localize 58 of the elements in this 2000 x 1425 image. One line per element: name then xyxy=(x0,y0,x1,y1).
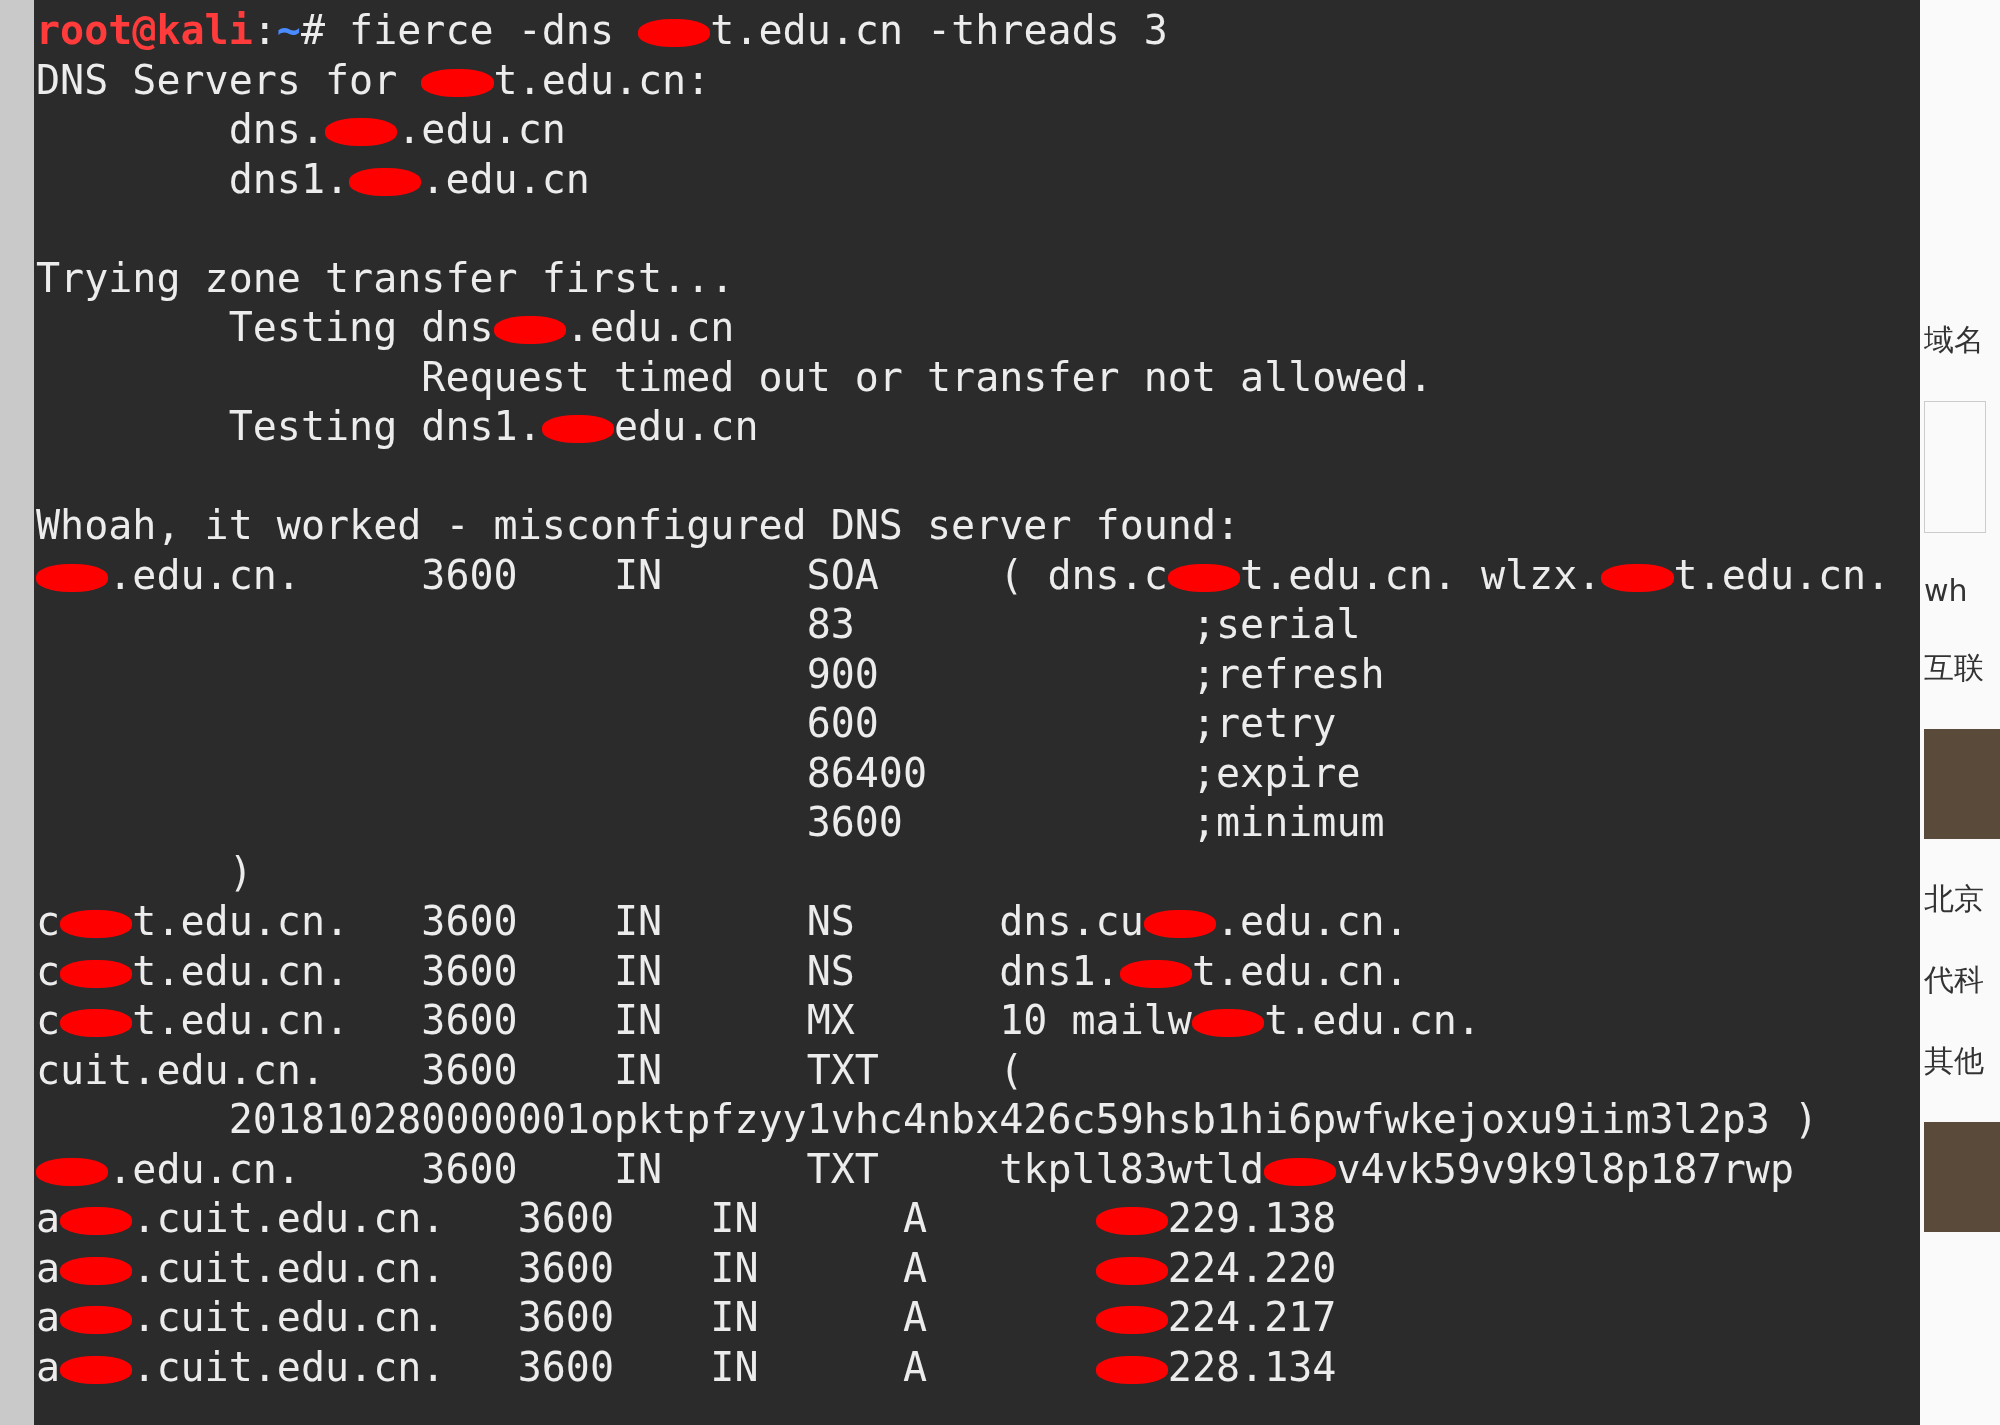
terminal-text: 86400 ;expire xyxy=(805,749,1361,796)
terminal-text: cuit.edu.cn. 3600 IN TXT ( xyxy=(36,1046,1024,1093)
terminal-text: t.edu.cn. 3600 IN MX 10 mailw xyxy=(132,997,1192,1043)
terminal-text: t.edu.cn. xyxy=(1673,551,1891,598)
terminal-text: v4vk59v9k9l8p187rwp xyxy=(1336,1145,1794,1192)
terminal-text: Testing dns xyxy=(227,304,494,350)
terminal-text: ) xyxy=(227,848,253,895)
sidebar-text: 其他 xyxy=(1924,1042,1985,1080)
terminal-text: t.edu.cn -threads 3 xyxy=(710,7,1168,53)
terminal-text: t.edu.cn. xyxy=(1264,997,1481,1043)
terminal-text: 900 ;refresh xyxy=(805,650,1385,697)
terminal-text: c xyxy=(36,997,61,1043)
terminal-text: c xyxy=(36,947,61,994)
sidebar-text: 北京 xyxy=(1924,880,1985,918)
prompt-user: root@kali xyxy=(36,7,253,53)
terminal-text: dns1. xyxy=(227,155,350,202)
terminal-text: Whoah, it worked - misconfigured DNS server found: xyxy=(36,502,1241,548)
terminal-text: Testing dns1. xyxy=(227,403,542,449)
terminal-text: dns. xyxy=(227,106,325,152)
terminal-text: 600 ;retry xyxy=(805,700,1337,746)
sidebar-text: wh xyxy=(1924,573,1969,608)
terminal-text: 224.220 xyxy=(1167,1244,1337,1291)
terminal-text: edu.cn xyxy=(613,403,759,449)
terminal-text: a xyxy=(36,1294,61,1340)
terminal-text: DNS Servers for xyxy=(36,56,399,103)
terminal-text: .cuit.edu.cn. 3600 IN A xyxy=(132,1343,929,1390)
terminal-text: : xyxy=(252,7,277,53)
terminal-text: a xyxy=(36,1343,61,1390)
terminal-text: .edu.cn xyxy=(397,106,566,152)
terminal-text: .edu.cn. 3600 IN TXT tkpll83wtld xyxy=(108,1145,1265,1192)
terminal-text: .edu.cn. xyxy=(1216,898,1409,944)
terminal-text: .cuit.edu.cn. 3600 IN A xyxy=(132,1294,929,1340)
sidebar-text: 域名 xyxy=(1924,321,1985,359)
terminal-text: .cuit.edu.cn. 3600 IN A xyxy=(132,1195,929,1241)
terminal-text: t.edu.cn: xyxy=(493,56,711,103)
terminal-text: 83 ;serial xyxy=(805,601,1361,647)
terminal-text: .edu.cn xyxy=(421,155,590,202)
terminal-text: .edu.cn. 3600 IN SOA ( dns.c xyxy=(108,551,1168,598)
terminal-text: 3600 ;minimum xyxy=(805,799,1385,845)
terminal-text: 228.134 xyxy=(1167,1343,1337,1390)
terminal-text: c xyxy=(36,898,61,944)
terminal-text: # fierce -dns xyxy=(300,7,615,53)
terminal-text: t.edu.cn. 3600 IN NS dns1. xyxy=(132,947,1120,994)
terminal-text: .cuit.edu.cn. 3600 IN A xyxy=(132,1244,929,1291)
terminal-text: 224.217 xyxy=(1167,1294,1337,1340)
terminal-text: a xyxy=(36,1244,61,1291)
terminal-text: a xyxy=(36,1195,61,1241)
terminal-text: t.edu.cn. xyxy=(1191,947,1409,994)
terminal-text: t.edu.cn. wlzx. xyxy=(1240,551,1602,598)
terminal-text: t.edu.cn. 3600 IN NS dns.cu xyxy=(132,898,1144,944)
sidebar-text: 代科 xyxy=(1924,961,1985,999)
terminal-text: Request timed out or transfer not allowed. xyxy=(420,353,1433,400)
sidebar-text: 互联 xyxy=(1924,649,1985,687)
prompt-path: ~ xyxy=(276,7,301,53)
terminal-text: Trying zone transfer first... xyxy=(36,254,735,301)
terminal-text: 229.138 xyxy=(1167,1195,1337,1241)
terminal-text: .edu.cn xyxy=(565,304,735,350)
terminal-text: 201810280000001opktpfzyy1vhc4nbx426c59hsb1hi6pwfwkejoxu9iim3l2p3 ) xyxy=(227,1096,1819,1142)
